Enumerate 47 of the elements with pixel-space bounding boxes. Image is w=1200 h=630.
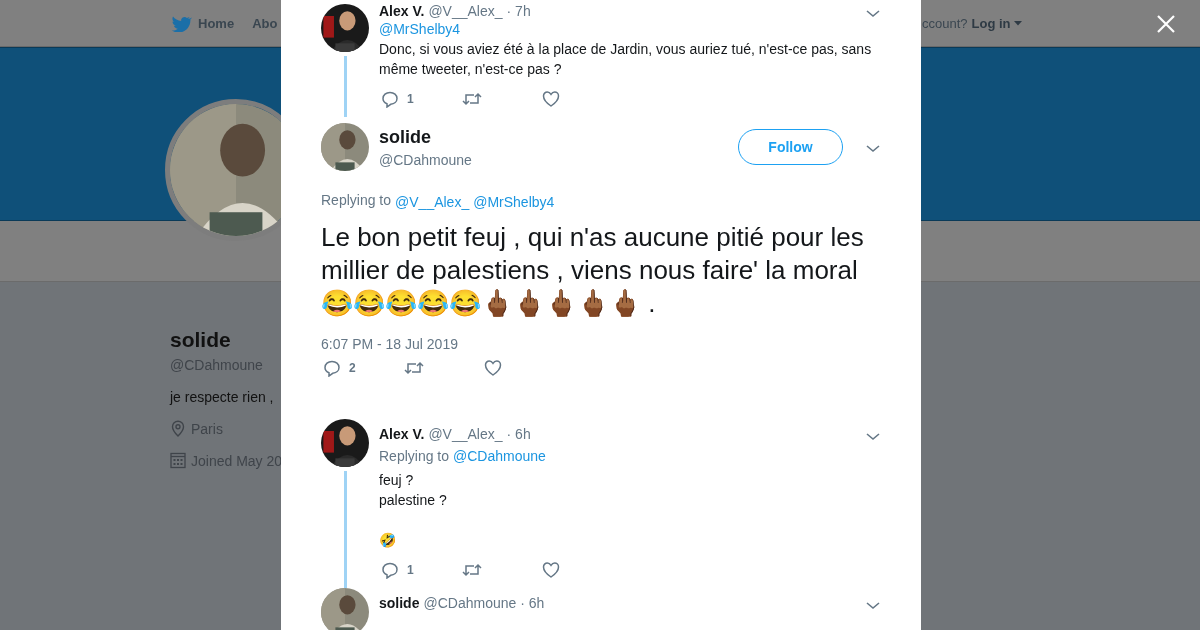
retweet-icon: [404, 359, 424, 377]
heart-icon: [542, 90, 560, 108]
close-button[interactable]: [1156, 14, 1176, 34]
bird-logo-icon: [170, 14, 192, 32]
reply-button[interactable]: 2: [324, 359, 404, 377]
follow-button[interactable]: Follow: [738, 129, 843, 165]
replying-to-label: Replying to: [321, 192, 392, 210]
author-handle: @V__Alex_: [428, 426, 503, 442]
speech-bubble-icon: [382, 90, 398, 108]
retweet-icon: [462, 561, 482, 579]
author-handle: @CDahmoune: [379, 151, 473, 168]
tweet-time: · 7h: [506, 3, 531, 19]
author-name: Alex V.: [379, 3, 425, 19]
login-link[interactable]: Log in: [971, 16, 1022, 31]
reply-button[interactable]: 1: [382, 90, 462, 108]
author-handle: @CDahmoune: [423, 595, 517, 611]
retweet-icon: [462, 90, 482, 108]
caret-icon: [1013, 21, 1022, 26]
nav-link[interactable]: Abo: [252, 15, 278, 31]
tweet-timestamp: 6:07 PM - 18 Jul 2019: [321, 336, 459, 352]
author-name: solide: [379, 595, 420, 611]
tweet-text: 🤣: [379, 531, 397, 550]
mention-link[interactable]: @CDahmoune: [453, 446, 546, 466]
tweet-time: · 6h: [506, 426, 531, 442]
author-name: solide: [379, 126, 432, 148]
tweet-time: · 6h: [520, 595, 545, 611]
speech-bubble-icon: [382, 561, 398, 579]
close-icon: [1156, 14, 1176, 34]
heart-icon: [484, 359, 502, 377]
profile-name: solide: [170, 328, 231, 352]
calendar-icon: [170, 452, 186, 469]
profile-bio: je respecte rien ,: [170, 389, 274, 405]
author-name: Alex V.: [379, 426, 425, 442]
speech-bubble-icon: [324, 359, 340, 377]
location-pin-icon: [170, 420, 186, 437]
tweet-text: feuj ? palestine ?: [379, 471, 448, 510]
tweet-text: Donc, si vous aviez été à la place de Jardin, vous auriez tué, n'est-ce pas, sans même tweeter, n'est-ce pas ?: [379, 40, 873, 79]
mention-link[interactable]: @MrShelby4: [473, 192, 555, 212]
tweet-text: Le bon petit feuj , qui n'as aucune pitié pour les millier de palestiens , viens nous faire' la moral 😂😂😂😂😂🖕🏾🖕🏾🖕🏾🖕🏾🖕🏾 .: [321, 221, 865, 320]
home-link[interactable]: Home: [170, 14, 235, 32]
account-prompt: ccount?: [922, 16, 968, 31]
mention-link[interactable]: @V__Alex_: [395, 192, 470, 212]
replying-to-label: Replying to: [379, 447, 450, 466]
author-handle: @V__Alex_: [428, 3, 503, 19]
reply-button[interactable]: 1: [382, 561, 462, 579]
heart-icon: [542, 561, 560, 579]
mention-link[interactable]: @MrShelby4: [379, 21, 461, 37]
